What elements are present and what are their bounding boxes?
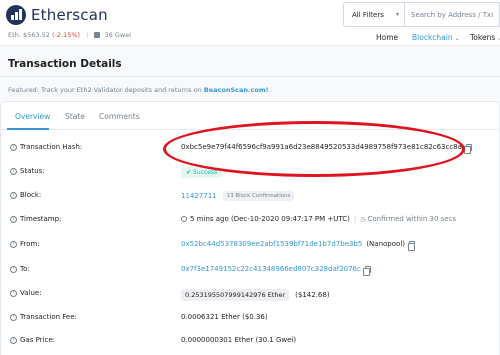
question-circle-icon[interactable]: ? [10, 191, 17, 199]
question-circle-icon[interactable]: ? [10, 313, 17, 321]
chevron-down-icon: ▾ [395, 11, 399, 18]
gas-pump-icon [94, 32, 101, 38]
tab-overview[interactable]: Overview [15, 112, 50, 121]
hash-value: 0xbc5e9e79f44f6596cf9a991a6d23e884952053… [181, 143, 462, 151]
block-confirmations-badge: 13 Block Confirmations [222, 191, 295, 201]
filter-dropdown[interactable]: All Filters ▾ [343, 2, 405, 27]
transaction-card: Overview State Comments ? Transaction Has… [0, 101, 500, 355]
row-transaction-fee: ? Transaction Fee: 0.0006321 Ether ($0.36… [1, 308, 500, 332]
row-from: ? From: 0x52bc44d5378309ee2abf1539bf71de1… [1, 235, 500, 259]
question-circle-icon[interactable]: ? [10, 289, 17, 297]
featured-banner: Featured: Track your Eth2 Validator depo… [8, 86, 269, 94]
row-to: ? To: 0x7f3e1749152c22c41348966ed807c328d… [1, 260, 500, 284]
tab-state[interactable]: State [65, 112, 85, 121]
copy-icon[interactable] [363, 265, 371, 276]
search-bar: All Filters ▾ [343, 2, 500, 27]
nav-tokens[interactable]: Tokens ⌄ [470, 33, 500, 42]
brand-name: Etherscan [31, 6, 108, 24]
check-circle-icon: ✔ [186, 169, 192, 176]
copy-icon[interactable] [407, 240, 415, 251]
timestamp-value: 5 mins ago (Dec-10-2020 09:47:17 PM +UTC… [190, 215, 350, 223]
hash-label: Transaction Hash: [20, 143, 83, 151]
search-input[interactable] [405, 2, 500, 27]
clock-icon [181, 216, 187, 222]
row-status: ? Status: ✔ Success [1, 162, 500, 186]
row-gas-price: ? Gas Price: 0.0000000301 Ether (30.1 Gwe… [1, 331, 500, 355]
tab-comments[interactable]: Comments [99, 112, 140, 121]
from-label: From: [20, 240, 40, 248]
status-label: Status: [20, 167, 45, 175]
fee-label: Transaction Fee: [20, 313, 77, 321]
from-tag: (Nanopool) [366, 240, 405, 248]
timestamp-confirmed: Confirmed within 30 secs [367, 215, 457, 223]
from-address-link[interactable]: 0x52bc44d5378309ee2abf1539bf71de1b7d7be3… [181, 240, 362, 248]
page-header: Transaction Details [0, 47, 500, 77]
active-tab-indicator [7, 128, 49, 130]
question-circle-icon[interactable]: ? [10, 336, 17, 344]
row-transaction-hash: ? Transaction Hash: 0xbc5e9e79f44f6596cf9… [1, 138, 500, 162]
question-circle-icon[interactable]: ? [10, 143, 17, 151]
copy-icon[interactable] [464, 143, 472, 154]
stopwatch-icon: ◷ [360, 215, 366, 223]
gas-price[interactable]: 36 Gwei [105, 31, 132, 39]
featured-text: Featured: Track your Eth2 Validator depo… [8, 86, 204, 94]
gas-label: Gas Price: [20, 336, 56, 344]
eth-price-ticker: Eth: $563.52 (-2.15%) | 36 Gwei [8, 31, 131, 39]
row-block: ? Block: 11427711 13 Block Confirmations [1, 186, 500, 210]
etherscan-logo-icon [6, 5, 26, 25]
ticker-separator: | [86, 31, 89, 39]
status-badge: ✔ Success [181, 167, 223, 178]
row-timestamp: ? Timestamp: 5 mins ago (Dec-10-2020 09:4… [1, 210, 500, 234]
question-circle-icon[interactable]: ? [10, 265, 17, 273]
tab-bar: Overview State Comments [1, 102, 500, 130]
value-ether: 0.253195507999142976 Ether [181, 289, 290, 301]
separator: | [353, 215, 357, 223]
nav-blockchain[interactable]: Blockchain ⌄ [412, 33, 460, 42]
chevron-down-icon: ⌄ [454, 35, 460, 42]
question-circle-icon[interactable]: ? [10, 240, 17, 248]
gas-value: 0.0000000301 Ether (30.1 Gwei) [181, 336, 297, 344]
block-number-link[interactable]: 11427711 [181, 192, 217, 200]
eth-price-change: (-2.15%) [52, 31, 81, 39]
status-text: Success [193, 169, 218, 176]
eth-price: Eth: $563.52 [8, 31, 50, 39]
nav-home[interactable]: Home [376, 33, 398, 42]
question-circle-icon[interactable]: ? [10, 215, 17, 223]
top-bar: Etherscan Eth: $563.52 (-2.15%) | 36 Gwe… [0, 0, 500, 46]
beaconscan-link[interactable]: BeaconScan.com! [204, 86, 269, 94]
page-title: Transaction Details [8, 58, 122, 70]
row-value: ? Value: 0.253195507999142976 Ether ($142.… [1, 284, 500, 308]
nav-tokens-label: Tokens [470, 33, 496, 42]
nav-blockchain-label: Blockchain [412, 33, 453, 42]
fee-value: 0.0006321 Ether ($0.36) [181, 313, 268, 321]
timestamp-label: Timestamp: [20, 215, 62, 223]
question-circle-icon[interactable]: ? [10, 167, 17, 175]
value-label: Value: [20, 289, 42, 297]
logo[interactable]: Etherscan [6, 5, 108, 25]
value-usd: ($142.68) [295, 291, 330, 299]
filter-label: All Filters [352, 10, 384, 19]
block-label: Block: [20, 191, 42, 199]
to-label: To: [20, 265, 30, 273]
to-address-link[interactable]: 0x7f3e1749152c22c41348966ed807c328daf207… [181, 265, 361, 273]
